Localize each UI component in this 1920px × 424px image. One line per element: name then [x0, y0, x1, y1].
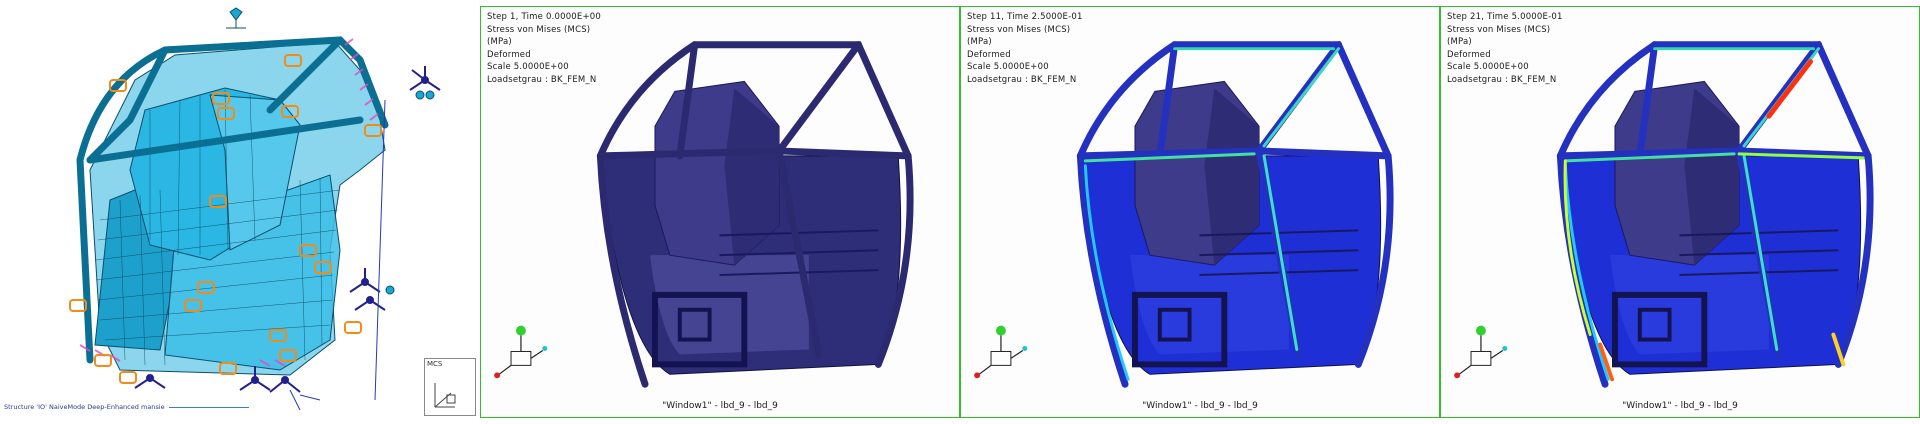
- axis-triad-icon: [974, 325, 1028, 379]
- result-window-step-11[interactable]: Step 11, Time 2.5000E-01 Stress von Mise…: [960, 6, 1440, 418]
- fem-mesh-drawing: [69, 7, 441, 411]
- axis-triad-icon: [434, 383, 456, 408]
- deformed-model-view: [1454, 41, 1874, 388]
- result-window-step-21[interactable]: Step 21, Time 5.0000E-01 Stress von Mise…: [1440, 6, 1920, 418]
- triad-box: MCS: [424, 358, 476, 416]
- cabin-floor: [1610, 255, 1769, 355]
- axis-triad-icon: [1454, 325, 1508, 379]
- fem-setup-viewport[interactable]: Structure 'IO' NaiveMode Deep-Enhanced m…: [0, 0, 478, 424]
- cockpit-model: [1076, 41, 1394, 388]
- result-window-step-1[interactable]: Step 1, Time 0.0000E+00 Stress von Mises…: [480, 6, 960, 418]
- cabin-floor: [1130, 255, 1289, 355]
- axis-triad-icon: [494, 325, 548, 379]
- window-label: "Window1" - lbd_9 - lbd_9: [1622, 401, 1738, 411]
- cockpit-model: [596, 41, 914, 388]
- cockpit-model: [1556, 41, 1874, 388]
- deformed-model-view: [974, 41, 1394, 388]
- window-label: "Window1" - lbd_9 - lbd_9: [662, 401, 778, 411]
- window-label: "Window1" - lbd_9 - lbd_9: [1142, 401, 1258, 411]
- status-text: Structure 'IO' NaiveMode Deep-Enhanced m…: [4, 403, 249, 411]
- cabin-mesh: [89, 41, 386, 376]
- screenshot-strip: Structure 'IO' NaiveMode Deep-Enhanced m…: [0, 0, 1920, 424]
- deformed-model-view: [494, 41, 914, 388]
- cabin-floor: [650, 255, 809, 355]
